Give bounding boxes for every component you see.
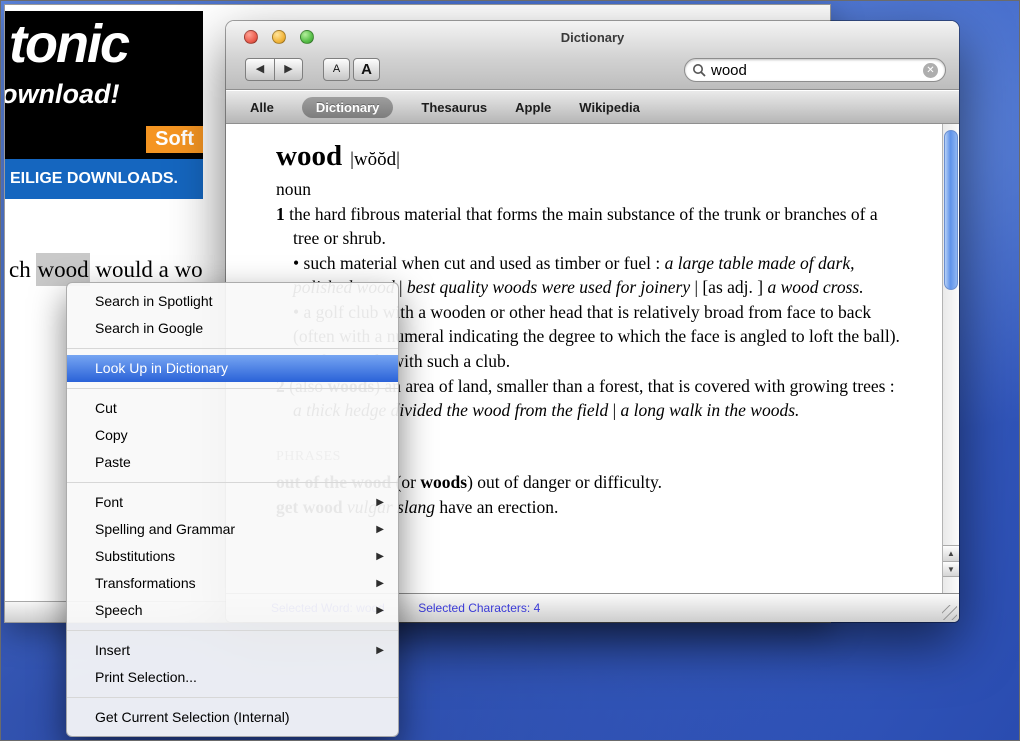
decrease-font-button[interactable]: A xyxy=(323,58,350,81)
tab-wikipedia[interactable]: Wikipedia xyxy=(579,100,640,115)
increase-font-button[interactable]: A xyxy=(353,58,380,81)
menu-item-print-selection[interactable]: Print Selection... xyxy=(67,664,398,691)
menu-item-label: Look Up in Dictionary xyxy=(95,360,229,376)
menu-item-speech[interactable]: Speech ▶ xyxy=(67,597,398,624)
headword: wood xyxy=(276,140,343,172)
submenu-arrow-icon: ▶ xyxy=(376,497,384,508)
variant-word: woods xyxy=(420,472,468,492)
search-input[interactable] xyxy=(711,61,923,79)
sense-1-number: 1 xyxy=(276,204,290,224)
menu-item-copy[interactable]: Copy xyxy=(67,422,398,449)
scroll-down-button[interactable]: ▼ xyxy=(943,561,959,577)
menu-item-label: Cut xyxy=(95,400,117,416)
selected-characters-status: Selected Characters: 4 xyxy=(418,601,541,615)
banner-strip: EILIGE DOWNLOADS. xyxy=(5,159,203,199)
page-text-suffix: would a wo xyxy=(89,257,203,282)
example: a long walk in the woods. xyxy=(620,400,800,420)
submenu-arrow-icon: ▶ xyxy=(376,645,384,656)
bullet-icon: • xyxy=(293,253,304,273)
menu-item-insert[interactable]: Insert ▶ xyxy=(67,637,398,664)
menu-item-transformations[interactable]: Transformations ▶ xyxy=(67,570,398,597)
menu-separator xyxy=(67,482,398,483)
tab-alle[interactable]: Alle xyxy=(250,100,274,115)
menu-item-label: Speech xyxy=(95,602,143,618)
separator-text: | xyxy=(608,400,621,420)
menu-item-label: Copy xyxy=(95,427,128,443)
sense-1: 1 the hard fibrous material that forms t… xyxy=(276,202,906,250)
back-button[interactable]: ◀ xyxy=(245,58,274,81)
menu-item-search-in-spotlight[interactable]: Search in Spotlight xyxy=(67,288,398,315)
menu-item-label: Get Current Selection (Internal) xyxy=(95,709,290,725)
submenu-arrow-icon: ▶ xyxy=(376,605,384,616)
banner-download-text: ownload! xyxy=(5,79,120,109)
window-title: Dictionary xyxy=(560,30,625,45)
menu-item-label: Spelling and Grammar xyxy=(95,521,236,537)
banner-soft-tag: Soft xyxy=(146,126,203,153)
phrase-text: have an erection. xyxy=(439,497,559,517)
tab-apple[interactable]: Apple xyxy=(515,100,551,115)
example: best quality woods were used for joinery xyxy=(406,277,691,297)
scroll-up-button[interactable]: ▲ xyxy=(943,545,959,561)
menu-separator xyxy=(67,348,398,349)
menu-item-get-current-selection[interactable]: Get Current Selection (Internal) xyxy=(67,704,398,731)
menu-item-search-in-google[interactable]: Search in Google xyxy=(67,315,398,342)
resize-grip-icon[interactable] xyxy=(942,605,957,620)
separator-text: | [as adj. ] xyxy=(690,277,768,297)
vertical-scrollbar[interactable]: ▲ ▼ xyxy=(942,124,959,593)
part-of-speech: noun xyxy=(276,179,311,199)
tab-dictionary[interactable]: Dictionary xyxy=(301,96,394,118)
page-text: ch wood would a wo xyxy=(9,253,203,286)
subsense-1-text: such material when cut and used as timbe… xyxy=(303,253,665,273)
menu-item-label: Transformations xyxy=(95,575,196,591)
menu-item-label: Font xyxy=(95,494,124,510)
submenu-arrow-icon: ▶ xyxy=(376,578,384,589)
submenu-arrow-icon: ▶ xyxy=(376,524,384,535)
menu-separator xyxy=(67,697,398,698)
menu-item-cut[interactable]: Cut xyxy=(67,395,398,422)
headword-line: wood |wŏŏd| xyxy=(276,142,906,172)
menu-item-font[interactable]: Font ▶ xyxy=(67,489,398,516)
title-bar[interactable]: Dictionary ◀ ▶ A A ✕ xyxy=(226,21,959,90)
search-icon xyxy=(693,64,706,77)
menu-item-label: Print Selection... xyxy=(95,669,197,685)
menu-item-look-up-in-dictionary[interactable]: Look Up in Dictionary xyxy=(67,355,398,382)
history-nav: ◀ ▶ xyxy=(245,58,303,81)
search-field[interactable]: ✕ xyxy=(684,58,946,82)
menu-item-label: Search in Google xyxy=(95,320,204,336)
forward-button[interactable]: ▶ xyxy=(274,58,303,81)
desktop: tonic ownload! Soft EILIGE DOWNLOADS. ch… xyxy=(0,0,1020,741)
menu-item-label: Insert xyxy=(95,642,131,658)
menu-item-spelling-and-grammar[interactable]: Spelling and Grammar ▶ xyxy=(67,516,398,543)
sense-2-text: ) an area of land, smaller than a forest… xyxy=(374,376,895,396)
menu-item-label: Substitutions xyxy=(95,548,176,564)
menu-item-paste[interactable]: Paste xyxy=(67,449,398,476)
menu-separator xyxy=(67,388,398,389)
tab-thesaurus[interactable]: Thesaurus xyxy=(421,100,487,115)
phrase-text: ) out of danger or difficulty. xyxy=(467,472,662,492)
banner-brand-text: tonic xyxy=(9,14,130,74)
menu-item-label: Search in Spotlight xyxy=(95,293,213,309)
example: a wood cross. xyxy=(767,277,864,297)
menu-item-substitutions[interactable]: Substitutions ▶ xyxy=(67,543,398,570)
font-size-controls: A A xyxy=(323,58,380,81)
source-tab-bar: Alle Dictionary Thesaurus Apple Wikipedi… xyxy=(226,91,959,124)
menu-separator xyxy=(67,630,398,631)
scrollbar-thumb[interactable] xyxy=(944,130,958,290)
softonic-banner[interactable]: tonic ownload! Soft xyxy=(5,11,203,159)
submenu-arrow-icon: ▶ xyxy=(376,551,384,562)
clear-search-button[interactable]: ✕ xyxy=(923,62,938,78)
pronunciation: |wŏŏd| xyxy=(350,149,400,170)
context-menu: Search in Spotlight Search in Google Loo… xyxy=(66,282,399,737)
menu-item-label: Paste xyxy=(95,454,131,470)
page-text-prefix: ch xyxy=(9,257,37,282)
sense-1-text: the hard fibrous material that forms the… xyxy=(289,204,878,248)
